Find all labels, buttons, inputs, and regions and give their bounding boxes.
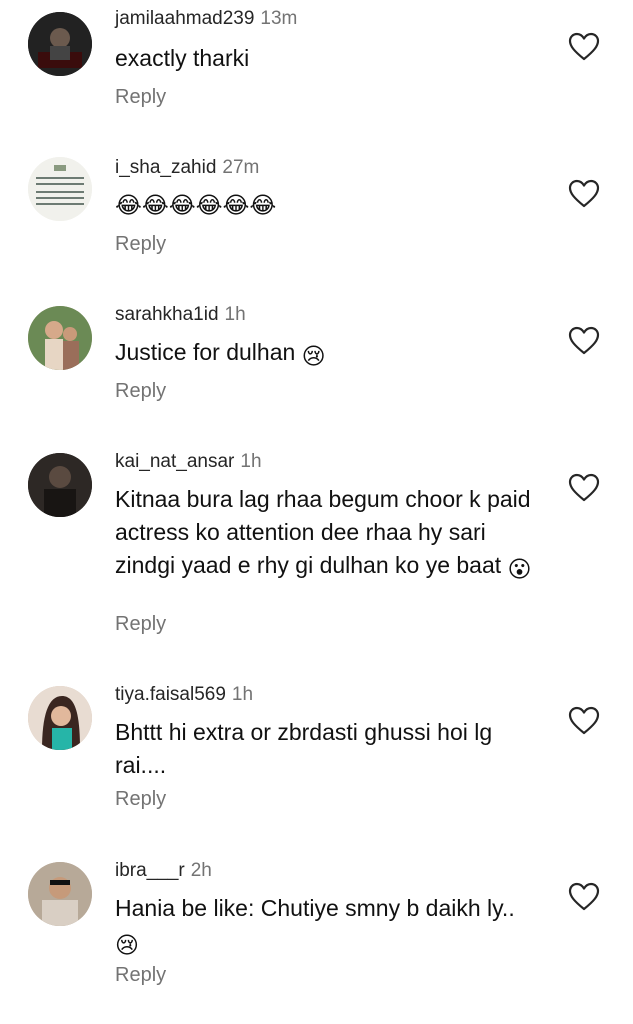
heart-outline-icon[interactable] [568,706,600,736]
avatar[interactable] [28,686,92,750]
avatar[interactable] [28,157,92,221]
comment-meta: ibra___r 2h [115,860,212,882]
username[interactable]: jamilaahmad239 [115,8,254,29]
timestamp: 1h [231,684,254,705]
username[interactable]: i_sha_zahid [115,157,216,178]
avatar[interactable] [28,12,92,76]
comment-meta: kai_nat_ansar 1h [115,451,262,473]
reply-button[interactable]: Reply [115,613,166,636]
username[interactable]: kai_nat_ansar [115,451,234,472]
crying-face-emoji: 😢 [301,343,326,369]
comment-text-body: Hania be like: Chutiye smny b daikh ly.. [115,895,515,921]
heart-outline-icon[interactable] [568,179,600,209]
reply-button[interactable]: Reply [115,964,166,987]
comment-meta: tiya.faisal569 1h [115,684,253,706]
surprised-face-emoji: 😮 [507,556,532,582]
comment-text: Hania be like: Chutiye smny b daikh ly..… [115,892,545,962]
heart-outline-icon[interactable] [568,473,600,503]
comment-text: Justice for dulhan 😢 [115,336,545,373]
comment-meta: i_sha_zahid 27m [115,157,259,179]
reply-button[interactable]: Reply [115,233,166,256]
timestamp: 27m [222,157,260,178]
username[interactable]: ibra___r [115,860,185,881]
heart-outline-icon[interactable] [568,326,600,356]
avatar[interactable] [28,306,92,370]
timestamp: 1h [224,304,246,325]
avatar[interactable] [28,862,92,926]
username[interactable]: sarahkha1id [115,304,219,325]
comment-text-body: Justice for dulhan [115,339,296,365]
comment-text: Bhttt hi extra or zbrdasti ghussi hoi lg… [115,719,493,778]
heart-outline-icon[interactable] [568,882,600,912]
timestamp: 2h [190,860,212,881]
avatar[interactable] [28,453,92,517]
comment-meta: sarahkha1id 1h [115,304,246,326]
heart-outline-icon[interactable] [568,32,600,62]
crying-face-emoji: 😢 [115,932,139,958]
comment-text: exactly tharki [115,45,250,71]
timestamp: 13m [260,8,298,29]
comment-text: 😂😂😂😂😂😂 [115,192,277,218]
comment-text: Kitnaa bura lag rhaa begum choor k paid … [115,483,545,586]
username[interactable]: tiya.faisal569 [115,684,226,705]
reply-button[interactable]: Reply [115,86,166,109]
reply-button[interactable]: Reply [115,380,166,403]
comment-text-body: Kitnaa bura lag rhaa begum choor k paid … [115,486,531,578]
reply-button[interactable]: Reply [115,788,166,811]
timestamp: 1h [240,451,262,472]
comment-meta: jamilaahmad239 13m [115,8,297,30]
